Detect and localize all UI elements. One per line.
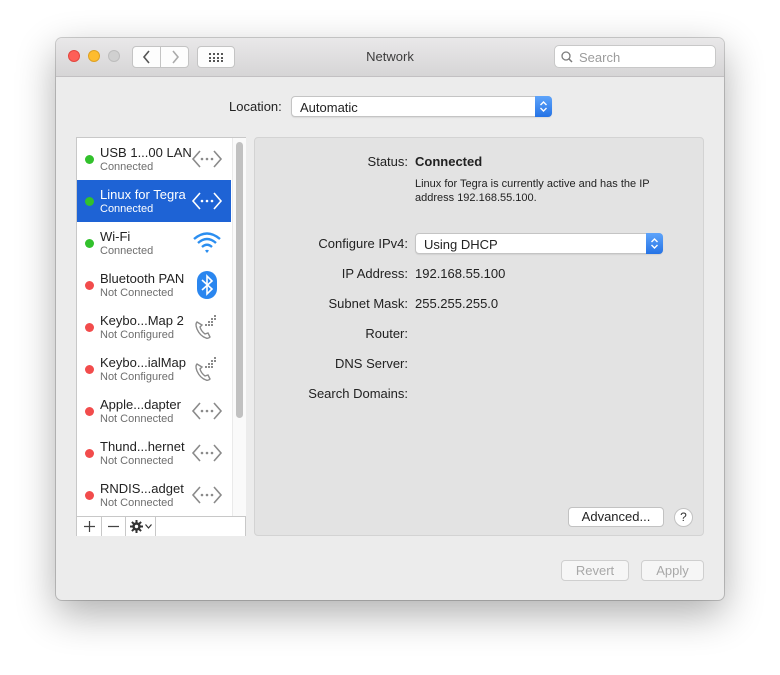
status-dot-icon bbox=[85, 365, 94, 374]
dns-server-label: DNS Server: bbox=[335, 356, 408, 371]
status-label: Status: bbox=[367, 154, 408, 169]
scrollbar-thumb[interactable] bbox=[236, 142, 243, 418]
location-label: Location: bbox=[229, 99, 282, 114]
service-status: Not Connected bbox=[100, 497, 174, 509]
chevron-left-icon bbox=[142, 50, 150, 64]
service-name: Apple...dapter bbox=[100, 397, 181, 412]
status-description: Linux for Tegra is currently active and … bbox=[415, 178, 650, 204]
apply-button[interactable]: Apply bbox=[641, 560, 704, 581]
action-menu-button[interactable] bbox=[126, 517, 156, 536]
ip-address-label: IP Address: bbox=[341, 266, 408, 281]
title-bar: Network bbox=[56, 38, 724, 77]
service-name: Keybo...ialMap bbox=[100, 355, 186, 370]
service-name: Linux for Tegra bbox=[100, 187, 186, 202]
service-item[interactable]: Apple...dapter Not Connected bbox=[77, 390, 231, 432]
status-dot-icon bbox=[85, 491, 94, 500]
grid-icon bbox=[209, 53, 223, 62]
chevron-right-icon bbox=[171, 50, 179, 64]
service-list-scrollbar[interactable] bbox=[232, 138, 246, 516]
subnet-mask-label: Subnet Mask: bbox=[328, 296, 409, 311]
search-field[interactable] bbox=[554, 45, 716, 68]
remove-service-button[interactable] bbox=[102, 517, 126, 536]
add-service-button[interactable] bbox=[77, 517, 102, 536]
ip-address-value: 192.168.55.100 bbox=[415, 266, 506, 281]
ethernet-arrows-icon bbox=[191, 438, 223, 468]
bluetooth-icon bbox=[191, 270, 223, 300]
service-item[interactable]: RNDIS...adget Not Connected bbox=[77, 474, 231, 516]
status-dot-icon bbox=[85, 281, 94, 290]
location-popup[interactable]: Automatic bbox=[291, 96, 552, 117]
help-button[interactable]: ? bbox=[674, 508, 693, 527]
status-dot-icon bbox=[85, 323, 94, 332]
service-status: Not Connected bbox=[100, 413, 174, 425]
phone-icon bbox=[191, 312, 223, 342]
advanced-button[interactable]: Advanced... bbox=[568, 507, 664, 527]
configure-ipv4-value: Using DHCP bbox=[424, 237, 498, 252]
service-status: Connected bbox=[100, 203, 154, 215]
minus-icon bbox=[108, 525, 119, 528]
service-item[interactable]: Thund...hernet Not Connected bbox=[77, 432, 231, 474]
service-list-toolbar bbox=[77, 516, 245, 536]
chevron-down-icon bbox=[144, 524, 152, 529]
up-down-chevron-icon bbox=[535, 96, 552, 117]
service-list-panel: USB 1...00 LAN Connected Linux for Tegra Co… bbox=[76, 137, 246, 536]
service-name: Keybo...Map 2 bbox=[100, 313, 184, 328]
service-status: Connected bbox=[100, 161, 154, 173]
service-item[interactable]: Keybo...ialMap Not Configured bbox=[77, 348, 231, 390]
search-input[interactable] bbox=[577, 47, 713, 68]
service-item[interactable]: Wi-Fi Connected bbox=[77, 222, 231, 264]
router-label: Router: bbox=[365, 326, 408, 341]
service-name: USB 1...00 LAN bbox=[100, 145, 192, 160]
forward-button[interactable] bbox=[160, 46, 189, 68]
search-icon bbox=[561, 51, 573, 63]
service-status: Not Connected bbox=[100, 287, 174, 299]
service-status: Connected bbox=[100, 245, 154, 257]
ethernet-arrows-icon bbox=[191, 396, 223, 426]
ethernet-arrows-icon bbox=[191, 144, 223, 174]
network-preferences-window: Network Location: Automatic bbox=[56, 38, 724, 600]
gear-icon bbox=[129, 520, 143, 533]
wifi-icon bbox=[191, 228, 223, 258]
service-item[interactable]: USB 1...00 LAN Connected bbox=[77, 138, 231, 180]
configure-ipv4-popup[interactable]: Using DHCP bbox=[415, 233, 663, 254]
status-dot-icon bbox=[85, 449, 94, 458]
location-value: Automatic bbox=[300, 100, 358, 115]
back-button[interactable] bbox=[132, 46, 161, 68]
status-value: Connected bbox=[415, 154, 483, 169]
service-name: Thund...hernet bbox=[100, 439, 185, 454]
show-all-button[interactable] bbox=[197, 46, 235, 68]
status-dot-icon bbox=[85, 155, 94, 164]
service-item[interactable]: Keybo...Map 2 Not Configured bbox=[77, 306, 231, 348]
phone-icon bbox=[191, 354, 223, 384]
service-name: RNDIS...adget bbox=[100, 481, 184, 496]
service-detail-panel: Status: Connected Linux for Tegra is cur… bbox=[254, 137, 704, 536]
ethernet-arrows-icon bbox=[191, 480, 223, 510]
service-status: Not Connected bbox=[100, 455, 174, 467]
configure-ipv4-label: Configure IPv4: bbox=[318, 236, 408, 251]
search-domains-label: Search Domains: bbox=[308, 386, 408, 401]
service-name: Bluetooth PAN bbox=[100, 271, 185, 286]
status-dot-icon bbox=[85, 407, 94, 416]
status-dot-icon bbox=[85, 197, 94, 206]
ethernet-arrows-icon bbox=[191, 186, 223, 216]
revert-button[interactable]: Revert bbox=[561, 560, 629, 581]
service-status: Not Configured bbox=[100, 371, 174, 383]
service-item[interactable]: Bluetooth PAN Not Connected bbox=[77, 264, 231, 306]
plus-icon bbox=[83, 521, 95, 532]
service-list: USB 1...00 LAN Connected Linux for Tegra Co… bbox=[77, 138, 231, 516]
subnet-mask-value: 255.255.255.0 bbox=[415, 296, 499, 311]
service-name: Wi-Fi bbox=[100, 229, 131, 244]
status-dot-icon bbox=[85, 239, 94, 248]
service-status: Not Configured bbox=[100, 329, 174, 341]
service-item[interactable]: Linux for Tegra Connected bbox=[77, 180, 231, 222]
up-down-chevron-icon bbox=[646, 233, 663, 254]
